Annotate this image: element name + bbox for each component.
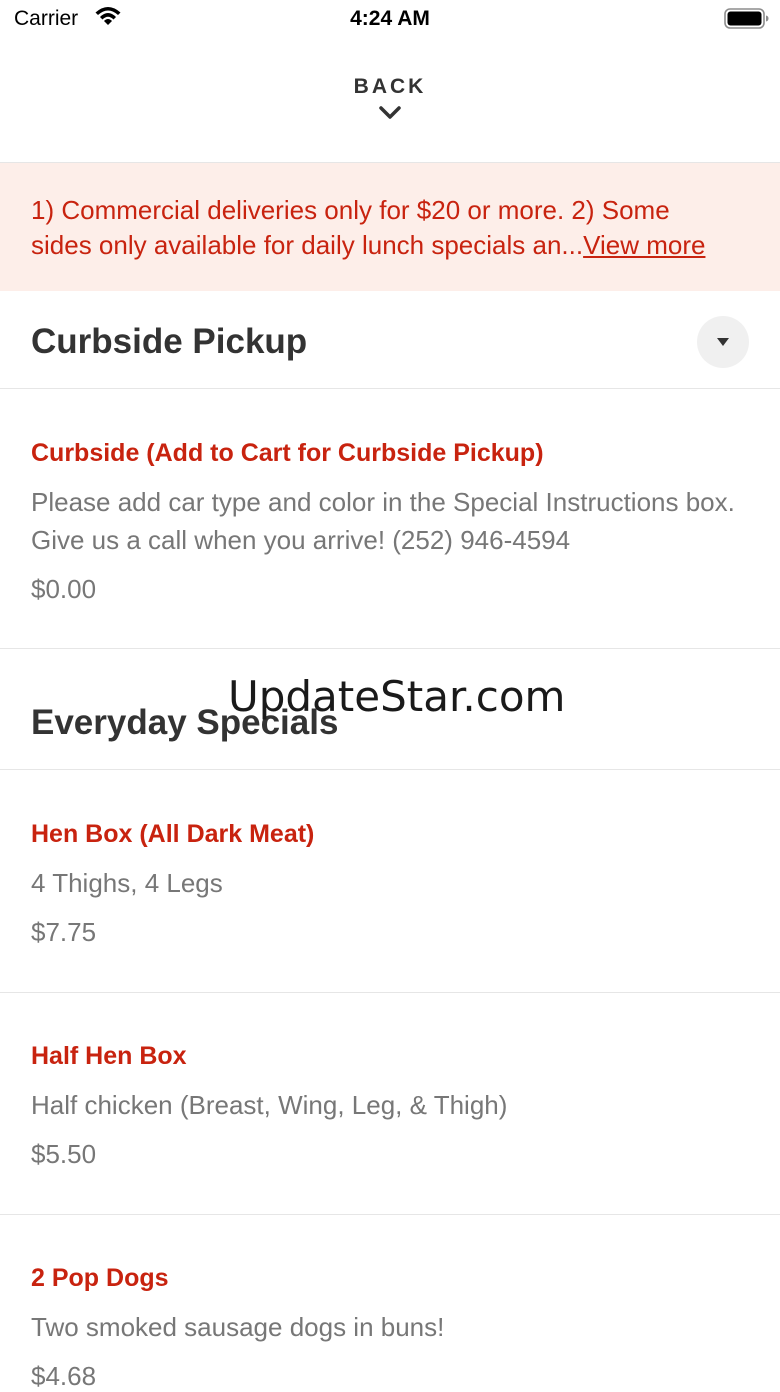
item-description: Half chicken (Breast, Wing, Leg, & Thigh…	[31, 1090, 508, 1120]
item-description: 4 Thighs, 4 Legs	[31, 868, 223, 898]
notice-line-1: 1) Commercial deliveries only for $20 or…	[31, 195, 670, 225]
section-header-curbside[interactable]: Curbside Pickup	[0, 292, 780, 388]
item-name: Half Hen Box	[31, 1042, 187, 1070]
menu-item-hen-box[interactable]: Hen Box (All Dark Meat) 4 Thighs, 4 Legs…	[0, 770, 780, 992]
item-name: Hen Box (All Dark Meat)	[31, 820, 315, 848]
battery-icon	[724, 8, 769, 29]
menu-item-pop-dogs[interactable]: 2 Pop Dogs Two smoked sausage dogs in bu…	[0, 1215, 780, 1391]
item-name: Curbside (Add to Cart for Curbside Picku…	[31, 439, 544, 467]
status-time: 4:24 AM	[350, 7, 430, 30]
notice-banner: 1) Commercial deliveries only for $20 or…	[0, 163, 780, 291]
notice-text: 1) Commercial deliveries only for $20 or…	[31, 193, 751, 263]
item-price: $0.00	[31, 574, 97, 604]
menu-item-curbside[interactable]: Curbside (Add to Cart for Curbside Picku…	[0, 389, 780, 648]
item-price: $5.50	[31, 1139, 97, 1169]
item-price: $4.68	[31, 1361, 97, 1391]
status-bar: Carrier 4:24 AM	[0, 0, 780, 40]
chevron-down-icon	[379, 106, 401, 119]
item-description: Please add car type and color in the Spe…	[31, 487, 735, 555]
notice-line-2: sides only available for daily lunch spe…	[31, 228, 751, 263]
watermark: UpdateStar.com	[228, 672, 566, 721]
notice-line-2-text: sides only available for daily lunch spe…	[31, 230, 584, 260]
item-price: $7.75	[31, 917, 97, 947]
item-name: 2 Pop Dogs	[31, 1264, 169, 1292]
back-label: BACK	[353, 75, 427, 98]
section-title: Curbside Pickup	[31, 322, 308, 361]
collapse-button[interactable]	[697, 316, 749, 368]
item-description: Two smoked sausage dogs in buns!	[31, 1312, 445, 1342]
caret-down-icon	[717, 338, 729, 346]
menu-item-half-hen-box[interactable]: Half Hen Box Half chicken (Breast, Wing,…	[0, 993, 780, 1214]
back-button[interactable]: BACK	[0, 62, 780, 162]
view-more-link[interactable]: View more	[583, 230, 705, 260]
